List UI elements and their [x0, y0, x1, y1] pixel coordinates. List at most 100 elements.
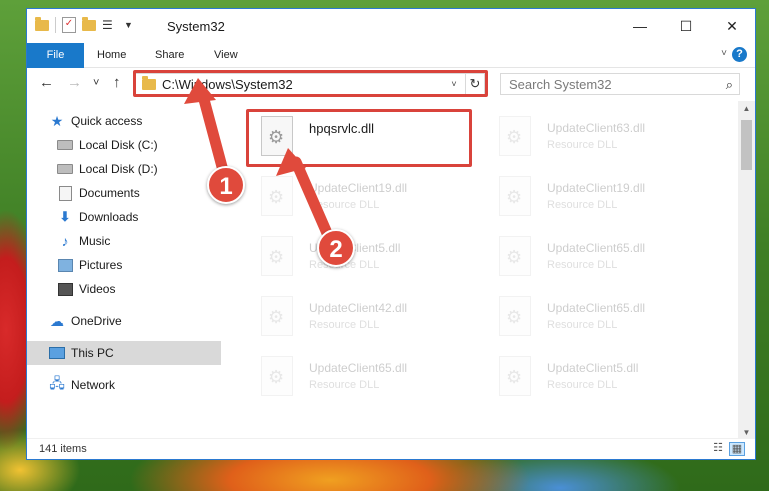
file-highlight-box — [246, 109, 472, 167]
drive-icon — [57, 164, 73, 174]
file-name: UpdateClient5.dll — [547, 361, 639, 375]
file-item[interactable]: UpdateClient19.dll Resource DLL — [489, 171, 719, 227]
sidebar-item-label: Documents — [79, 186, 140, 200]
sidebar-item-label: Videos — [79, 282, 116, 296]
minimize-button[interactable]: — — [617, 9, 663, 43]
file-item[interactable]: UpdateClient63.dll Resource DLL — [489, 111, 719, 167]
tab-home[interactable]: Home — [97, 43, 126, 67]
sidebar-item-network[interactable]: 🖧 Network — [27, 373, 243, 397]
network-icon: 🖧 — [49, 375, 65, 391]
file-name: UpdateClient19.dll — [547, 181, 646, 195]
customize-toolbar-icon[interactable]: ☰ — [102, 18, 118, 32]
pictures-icon — [57, 258, 73, 272]
scroll-thumb[interactable] — [741, 120, 752, 170]
sidebar-item-label: Quick access — [71, 114, 143, 128]
scroll-up-icon[interactable]: ▲ — [738, 101, 755, 117]
sidebar-item-label: Downloads — [79, 210, 139, 224]
dll-file-icon — [261, 296, 293, 336]
sidebar-item-pictures[interactable]: Pictures 📌 — [27, 253, 251, 277]
item-count: 141 items — [39, 443, 87, 455]
help-icon[interactable]: ? — [732, 47, 747, 62]
recent-locations-button[interactable]: ˅ — [93, 77, 99, 89]
file-type: Resource DLL — [547, 379, 618, 391]
sidebar-item-label: Music — [79, 234, 111, 248]
dll-file-icon — [261, 236, 293, 276]
file-name: UpdateClient63.dll — [547, 121, 646, 135]
dll-file-icon — [499, 296, 531, 336]
sidebar-item-label: OneDrive — [71, 314, 122, 328]
new-folder-icon[interactable] — [82, 16, 96, 31]
navigation-bar: ← → ˅ ↑ C:\Windows\System32 ˅ ↻ Search S… — [27, 68, 755, 100]
sidebar-item-label: This PC — [71, 346, 114, 360]
maximize-button[interactable]: ☐ — [663, 9, 709, 43]
properties-check-icon[interactable]: ✓ — [62, 17, 76, 33]
sidebar-item-quick-access[interactable]: ★ Quick access — [27, 109, 243, 133]
title-bar: ✓ ☰ ▼ System32 — ☐ ✕ — [27, 9, 755, 43]
file-type: Resource DLL — [309, 379, 380, 391]
dll-file-icon — [499, 116, 531, 156]
file-type: Resource DLL — [547, 199, 618, 211]
file-item[interactable]: UpdateClient5.dll Resource DLL — [489, 351, 719, 407]
details-view-icon[interactable]: ☷ — [711, 442, 725, 454]
window-controls: — ☐ ✕ — [617, 9, 755, 43]
sidebar-item-onedrive[interactable]: ☁ OneDrive — [27, 309, 243, 333]
sidebar-item-label: Local Disk (D:) — [79, 162, 158, 176]
dll-file-icon — [261, 356, 293, 396]
sidebar-item-this-pc[interactable]: This PC — [27, 341, 221, 365]
status-bar: 141 items ☷ ▦ — [27, 438, 755, 459]
forward-button[interactable]: → — [67, 74, 82, 91]
toolbar-dropdown-icon[interactable]: ▼ — [124, 20, 133, 30]
ribbon-tabs: File Home Share View ˅ ? — [27, 43, 755, 99]
sidebar-item-label: Network — [71, 378, 116, 392]
file-item[interactable]: UpdateClient5.dll Resource DLL — [251, 231, 481, 287]
file-item[interactable]: UpdateClient65.dll Resource DLL — [489, 291, 719, 347]
file-item[interactable]: UpdateClient65.dll Resource DLL — [489, 231, 719, 287]
file-item[interactable]: UpdateClient19.dll Resource DLL — [251, 171, 481, 227]
computer-icon — [49, 347, 65, 359]
large-icons-view-icon[interactable]: ▦ — [729, 442, 745, 456]
window-title: System32 — [167, 19, 225, 34]
dll-file-icon — [261, 176, 293, 216]
file-name: UpdateClient19.dll — [309, 181, 408, 195]
file-type: Resource DLL — [309, 319, 380, 331]
file-name: UpdateClient65.dll — [547, 301, 646, 315]
sidebar-item-label: Pictures — [79, 258, 123, 272]
dll-file-icon — [499, 176, 531, 216]
sidebar-item-downloads[interactable]: ⬇ Downloads 📌 — [27, 205, 251, 229]
expand-ribbon-icon[interactable]: ˅ — [721, 48, 727, 59]
star-icon: ★ — [50, 112, 64, 129]
tab-view[interactable]: View — [214, 43, 238, 67]
file-item[interactable]: UpdateClient42.dll Resource DLL — [251, 291, 481, 347]
search-icon[interactable]: ⌕ — [726, 77, 733, 93]
cloud-icon: ☁ — [50, 312, 64, 329]
sidebar-item-videos[interactable]: Videos 📌 — [27, 277, 251, 301]
sidebar-item-music[interactable]: ♪ Music 📌 — [27, 229, 251, 253]
music-icon: ♪ — [61, 233, 69, 249]
sidebar-item-label: Local Disk (C:) — [79, 138, 158, 152]
folder-icon — [35, 16, 49, 31]
back-button[interactable]: ← — [39, 74, 54, 91]
file-list: hpqsrvlc.dll UpdateClient63.dll Resource… — [235, 101, 737, 441]
file-type: Resource DLL — [547, 259, 618, 271]
search-placeholder: Search System32 — [509, 77, 612, 92]
tab-share[interactable]: Share — [155, 43, 184, 67]
navigation-pane: ★ Quick access Local Disk (C:) 📌 Local D… — [27, 101, 247, 441]
quick-access-toolbar: ✓ ☰ ▼ — [35, 16, 133, 33]
step-badge-2: 2 — [317, 229, 355, 267]
search-box[interactable]: Search System32 ⌕ — [500, 73, 740, 95]
sidebar-item-local-disk-c[interactable]: Local Disk (C:) 📌 — [27, 133, 251, 157]
toolbar-divider — [55, 17, 56, 33]
address-highlight-box — [133, 70, 488, 97]
up-button[interactable]: ↑ — [113, 74, 121, 91]
step-badge-1: 1 — [207, 166, 245, 204]
documents-icon — [58, 185, 72, 201]
file-type: Resource DLL — [547, 139, 618, 151]
file-type: Resource DLL — [309, 199, 380, 211]
drive-icon — [57, 140, 73, 150]
videos-icon — [57, 282, 73, 296]
file-item[interactable]: UpdateClient65.dll Resource DLL — [251, 351, 481, 407]
close-button[interactable]: ✕ — [709, 9, 755, 43]
vertical-scrollbar[interactable]: ▲ ▼ — [738, 101, 755, 441]
dll-file-icon — [499, 236, 531, 276]
dll-file-icon — [499, 356, 531, 396]
